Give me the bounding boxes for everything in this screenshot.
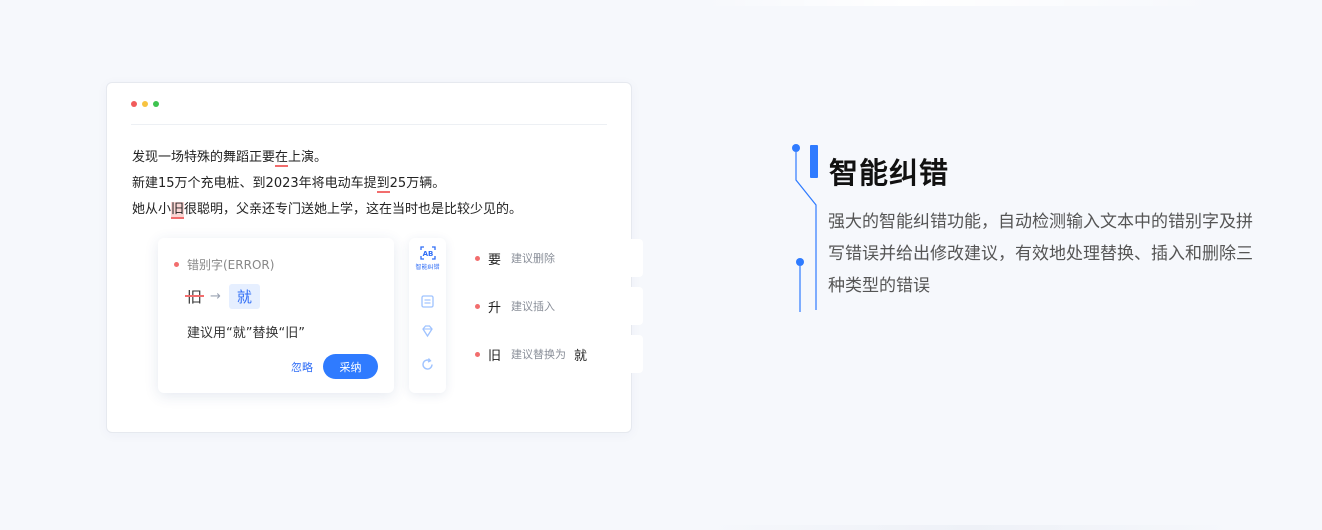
refresh-icon[interactable] [420,357,435,372]
editor-line: 她从小旧很聪明，父亲还专门送她上学，这在当时也是比较少见的。 [132,197,522,223]
decorative-bottom-fade [700,525,1240,530]
title-accent-bar [810,145,818,178]
error-mark-highlighted[interactable]: 旧 [171,202,185,219]
arrow-right-icon: → [210,289,221,304]
item-target: 就 [574,348,588,364]
feature-description: 强大的智能纠错功能，自动检测输入文本中的错别字及拼写错误并给出修改建议，有效地处… [828,212,1253,296]
feature-title: 智能纠错 [829,156,950,190]
window-close-dot [131,101,137,107]
suggestion-item[interactable]: 要 建议删除 [465,239,643,277]
error-bullet-icon [475,255,480,261]
item-description: 建议替换为 [511,348,567,361]
suggestion-text: 建议用“就”替换“旧” [187,326,305,341]
error-bullet-icon [475,351,480,357]
text-segment: 很聪明，父亲还专门送她上学，这在当时也是比较少见的。 [184,202,523,217]
decorative-top-fade [700,0,1220,6]
window-maximize-dot [153,101,159,107]
item-char: 升 [488,300,502,316]
text-segment: 25万辆。 [389,176,446,191]
window-minimize-dot [142,101,148,107]
svg-text:AB: AB [422,250,433,258]
error-mark[interactable]: 到 [376,176,390,193]
suggestion-item[interactable]: 旧 建议替换为 就 [465,335,643,373]
old-word: 旧 [184,288,205,306]
item-description: 建议插入 [511,300,556,313]
editor-divider [131,124,607,125]
diamond-icon[interactable] [420,324,435,339]
tool-strip: AB 智能纠错 [409,238,446,393]
editor-line: 新建15万个充电桩、到2023年将电动车提到25万辆。 [132,171,522,197]
adopt-button[interactable]: 采纳 [323,354,378,379]
smart-correction-tool[interactable]: AB 智能纠错 [409,238,446,278]
suggestion-item[interactable]: 升 建议插入 [465,287,643,325]
window-controls [131,101,159,107]
item-char: 要 [488,252,502,268]
text-segment: 她从小 [132,202,172,217]
ignore-button[interactable]: 忽略 [291,359,313,375]
smart-correction-label: 智能纠错 [415,263,440,271]
editor-line: 发现一场特殊的舞蹈正要在上演。 [132,145,522,171]
correction-card: 错别字(ERROR) 旧 → 就 建议用“就”替换“旧” 忽略 采纳 [158,238,394,393]
error-type-text: 错别字(ERROR) [187,258,275,272]
editor-text[interactable]: 发现一场特殊的舞蹈正要在上演。 新建15万个充电桩、到2023年将电动车提到25… [132,145,522,223]
replacement-preview: 旧 → 就 [184,284,260,309]
error-bullet-icon [475,303,480,309]
ab-correction-icon: AB [419,245,436,260]
error-mark[interactable]: 在 [275,150,289,167]
text-segment: 新建15万个充电桩、到2023年将电动车提 [132,176,377,191]
item-char: 旧 [488,348,502,364]
text-segment: 发现一场特殊的舞蹈正要 [132,150,276,165]
error-type-label: 错别字(ERROR) [174,256,274,273]
new-word[interactable]: 就 [228,284,260,309]
item-description: 建议删除 [511,252,556,265]
error-bullet-icon [174,262,179,267]
text-segment: 上演。 [288,150,328,165]
document-icon[interactable] [420,294,435,309]
card-actions: 忽略 采纳 [291,354,378,379]
